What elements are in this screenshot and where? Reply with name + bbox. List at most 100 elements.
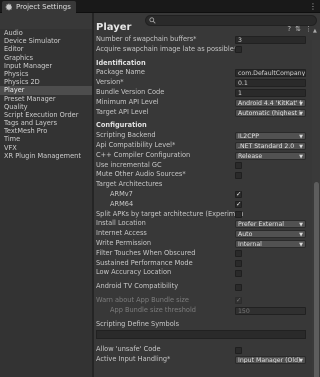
internet-access-dropdown[interactable]: Auto ▼ (235, 230, 306, 239)
scroll-up-icon[interactable]: ▲ (313, 28, 319, 36)
row-split-apks: Split APKs by target architecture (Exper… (96, 210, 306, 220)
target-api-dropdown[interactable]: Automatic (highest i ▼ (235, 108, 306, 117)
row-install-location: Install Location Prefer External ▼ (96, 219, 306, 229)
chevron-down-icon: ▼ (299, 143, 303, 150)
bundle-version-code-field[interactable]: 1 (235, 88, 306, 97)
split-apks-checkbox[interactable] (235, 211, 242, 219)
min-api-label: Minimum API Level (96, 97, 159, 106)
armv7-checkbox[interactable] (235, 190, 242, 199)
sidebar-item-script-execution-order[interactable]: Script Execution Order (0, 111, 92, 119)
mute-audio-label: Mute Other Audio Sources* (96, 170, 186, 179)
target-api-value: Automatic (highest i (238, 109, 301, 117)
sidebar-item-vfx[interactable]: VFX (0, 144, 92, 152)
low-accuracy-checkbox[interactable] (235, 269, 242, 277)
chevron-down-icon: ▼ (299, 222, 303, 229)
swapchain-buffers-label: Number of swapchain buffers* (96, 35, 197, 43)
chevron-down-icon: ▼ (299, 232, 303, 239)
bundle-threshold-label: App Bundle size threshold (110, 305, 196, 314)
row-target-api: Target API Level Automatic (highest i ▼ (96, 108, 306, 118)
filter-touches-checkbox[interactable] (235, 250, 242, 258)
split-apks-label: Split APKs by target architecture (Exper… (96, 209, 244, 218)
header-icons: ? ⇅ ⋮ (287, 25, 312, 33)
api-compat-dropdown[interactable]: .NET Standard 2.0 ▼ (235, 141, 306, 150)
cpp-config-label: C++ Compiler Configuration (96, 150, 191, 159)
target-architectures-label: Target Architectures (96, 180, 163, 189)
sidebar-item-device-simulator[interactable]: Device Simulator (0, 37, 92, 45)
help-icon[interactable]: ? (287, 25, 291, 33)
warn-bundle-checkbox (235, 296, 242, 305)
swapchain-buffers-field[interactable]: 3 (235, 36, 306, 44)
player-settings-content: Number of swapchain buffers* 3 Acquire s… (96, 35, 306, 365)
sidebar-item-graphics[interactable]: Graphics (0, 54, 92, 62)
incremental-gc-label: Use incremental GC (96, 160, 162, 169)
target-api-label: Target API Level (96, 107, 149, 116)
write-permission-label: Write Permission (96, 238, 152, 247)
mute-audio-checkbox[interactable] (235, 171, 242, 179)
main-scrollbar[interactable] (312, 40, 320, 377)
tab-project-settings[interactable]: Project Settings (2, 1, 76, 13)
row-mute-audio: Mute Other Audio Sources* (96, 170, 306, 180)
sidebar-item-quality[interactable]: Quality (0, 103, 92, 111)
install-location-dropdown[interactable]: Prefer External ▼ (235, 220, 306, 229)
min-api-dropdown[interactable]: Android 4.4 'KitKat' (▼ (235, 98, 306, 107)
version-field[interactable]: 0.1 (235, 79, 306, 88)
acquire-swapchain-checkbox[interactable] (235, 46, 242, 54)
arm64-checkbox[interactable] (235, 200, 242, 209)
row-scripting-backend: Scripting Backend IL2CPP ▼ (96, 131, 306, 141)
bundle-version-code-label: Bundle Version Code (96, 87, 165, 96)
define-symbols-input[interactable] (96, 330, 306, 340)
identification-heading: Identification (96, 58, 146, 67)
internet-access-label: Internet Access (96, 229, 147, 238)
row-version: Version* 0.1 (96, 78, 306, 88)
cpp-config-dropdown[interactable]: Release ▼ (235, 151, 306, 160)
row-acquire-swapchain: Acquire swapchain image late as possible… (96, 45, 306, 55)
row-target-architectures: Target Architectures (96, 180, 306, 190)
install-location-value: Prefer External (238, 221, 285, 229)
row-android-tv: Android TV Compatibility (96, 282, 306, 292)
sidebar-item-player[interactable]: Player (0, 86, 92, 95)
sidebar-item-textmesh-pro[interactable]: TextMesh Pro (0, 127, 92, 135)
api-compat-value: .NET Standard 2.0 (238, 142, 295, 150)
allow-unsafe-checkbox[interactable] (235, 346, 242, 354)
low-accuracy-label: Low Accuracy Location (96, 268, 172, 277)
sidebar-item-input-manager[interactable]: Input Manager (0, 62, 92, 70)
row-incremental-gc: Use incremental GC (96, 161, 306, 171)
sidebar-item-physics-2d[interactable]: Physics 2D (0, 78, 92, 86)
tab-label: Project Settings (16, 3, 71, 11)
min-api-value: Android 4.4 'KitKat' ( (238, 99, 302, 107)
scripting-backend-value: IL2CPP (238, 133, 259, 141)
scripting-backend-label: Scripting Backend (96, 131, 156, 140)
package-name-field[interactable]: com.DefaultCompany.I (235, 69, 306, 78)
row-active-input: Active Input Handling* Input Manager (Ol… (96, 355, 306, 365)
menu-icon[interactable]: ⋮ (305, 25, 312, 33)
row-low-accuracy: Low Accuracy Location (96, 268, 306, 278)
chevron-down-icon: ▼ (299, 110, 303, 117)
scrollbar-thumb[interactable] (314, 182, 319, 377)
chevron-down-icon: ▼ (299, 100, 303, 107)
sidebar-item-preset-manager[interactable]: Preset Manager (0, 95, 92, 103)
incremental-gc-checkbox[interactable] (235, 162, 242, 170)
sidebar-item-physics[interactable]: Physics (0, 70, 92, 78)
row-arm64: ARM64 (96, 200, 306, 210)
chevron-down-icon: ▼ (299, 241, 303, 248)
internet-access-value: Auto (238, 231, 253, 239)
preset-icon[interactable]: ⇅ (295, 25, 301, 33)
row-allow-unsafe: Allow 'unsafe' Code (96, 345, 306, 355)
sidebar-item-audio[interactable]: Audio (0, 29, 92, 37)
row-api-compat: Api Compatibility Level* .NET Standard 2… (96, 141, 306, 151)
section-configuration: Configuration (96, 121, 306, 131)
android-tv-label: Android TV Compatibility (96, 282, 179, 291)
sidebar-item-time[interactable]: Time (0, 135, 92, 143)
window-menu-icon[interactable]: ⋮ (309, 2, 317, 11)
sustained-performance-checkbox[interactable] (235, 260, 242, 268)
row-sustained-performance: Sustained Performance Mode (96, 259, 306, 269)
sidebar-item-xr-plugin-management[interactable]: XR Plugin Management (0, 152, 92, 160)
scripting-backend-dropdown[interactable]: IL2CPP ▼ (235, 132, 306, 141)
settings-sidebar: Audio Device Simulator Editor Graphics Input… (0, 29, 92, 377)
sidebar-item-editor[interactable]: Editor (0, 45, 92, 53)
write-permission-dropdown[interactable]: Internal ▼ (235, 239, 306, 248)
window-titlebar: Project Settings ⋮ (0, 0, 320, 13)
sidebar-item-tags-and-layers[interactable]: Tags and Layers (0, 119, 92, 127)
active-input-dropdown[interactable]: Input Manager (Old) ▼ (235, 356, 306, 365)
android-tv-checkbox[interactable] (235, 283, 242, 291)
